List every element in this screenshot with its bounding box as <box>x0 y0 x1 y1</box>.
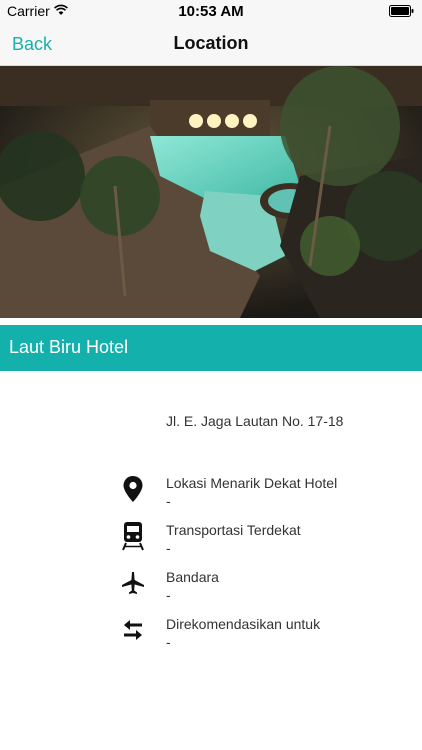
info-row-transportation: Transportasi Terdekat - <box>0 522 422 566</box>
info-row-recommended-for: Direkomendasikan untuk - <box>0 616 422 660</box>
hotel-pool-photo <box>0 66 422 318</box>
map-pin-icon <box>120 475 146 503</box>
info-title: Lokasi Menarik Dekat Hotel <box>166 475 338 491</box>
hotel-name-banner: Laut Biru Hotel <box>0 325 422 371</box>
hotel-photo <box>0 66 422 318</box>
info-value: - <box>166 493 171 509</box>
info-row-airport: Bandara - <box>0 569 422 613</box>
navigation-bar: Back Location <box>0 22 422 66</box>
status-bar: Carrier 10:53 AM <box>0 0 422 22</box>
swap-arrows-icon <box>120 616 146 644</box>
info-title: Direkomendasikan untuk <box>166 616 321 632</box>
airplane-icon <box>120 569 146 597</box>
info-value: - <box>166 587 171 603</box>
page-title: Location <box>173 33 249 53</box>
info-title: Bandara <box>166 569 219 585</box>
info-value: - <box>166 634 171 650</box>
info-title: Transportasi Terdekat <box>166 522 301 538</box>
info-value: - <box>166 540 171 556</box>
hotel-address: Jl. E. Jaga Lautan No. 17-18 <box>166 413 344 429</box>
battery-icon <box>389 5 414 17</box>
info-row-nearby-attractions: Lokasi Menarik Dekat Hotel - <box>0 475 422 519</box>
status-time: 10:53 AM <box>178 3 244 20</box>
hotel-name: Laut Biru Hotel <box>9 337 129 357</box>
train-icon <box>120 522 146 551</box>
